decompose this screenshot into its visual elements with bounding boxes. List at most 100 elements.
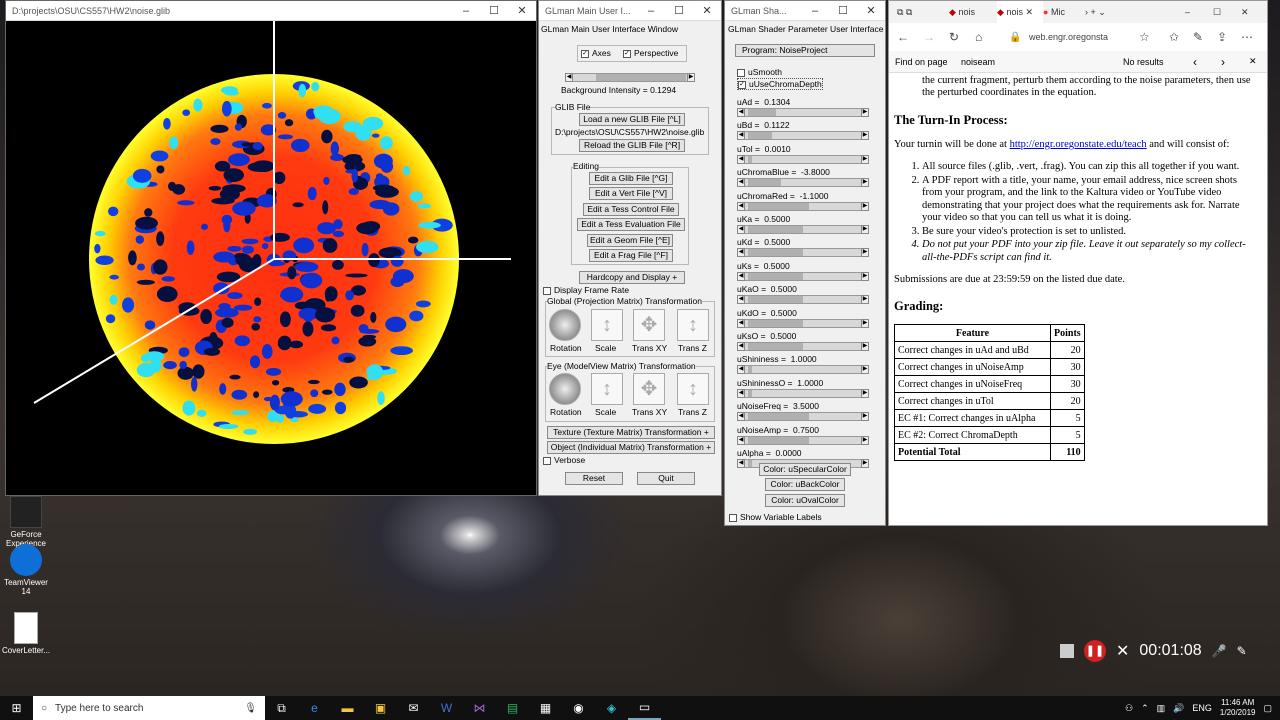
param-slider[interactable]: ◀ ▶ [737,365,869,375]
maximize-button[interactable]: ☐ [829,4,857,17]
load-glib-button[interactable]: Load a new GLIB File [^L] [579,113,685,126]
mic-icon[interactable]: 🎤 [1212,644,1227,658]
param-slider[interactable]: ◀ ▶ [737,295,869,305]
forward-icon[interactable]: → [923,30,949,44]
glman-main-ui-window[interactable]: GLman Main User I... – ☐ ✕ GLman Main Us… [538,0,722,496]
people-icon[interactable]: ⚇ [1125,703,1133,714]
edge-browser-window[interactable]: ⧉ ⧉ ◆ nois ◆ nois ✕ ● Mic › + ⌄ – ☐ ✕ ← … [888,0,1268,526]
object-transform-button[interactable]: Object (Individual Matrix) Transformatio… [547,441,715,454]
axes-checkbox[interactable]: ✓ Axes [581,48,611,58]
param-slider[interactable]: ◀ ▶ [737,271,869,281]
trans-z-icon[interactable]: ↕ [677,373,709,405]
chrome-icon[interactable]: ◉ [562,696,595,720]
param-slider[interactable]: ◀ ▶ [737,225,869,234]
texture-transform-button[interactable]: Texture (Texture Matrix) Transformation … [547,426,715,439]
favorite-icon[interactable]: ☆ [1139,30,1169,44]
program-rollout[interactable]: Program: NoiseProject [735,44,875,57]
glman-icon[interactable]: ▭ [628,696,661,720]
file-explorer-icon[interactable]: ▬ [331,696,364,720]
param-slider[interactable]: ◀ ▶ [737,342,869,351]
cancel-icon[interactable]: ✕ [1116,641,1129,661]
param-slider[interactable]: ◀ ▶ [737,388,869,398]
notepadpp-icon[interactable]: ▤ [496,696,529,720]
param-slider[interactable]: ◀ ▶ [737,178,869,188]
hardcopy-button[interactable]: Hardcopy and Display + [579,271,685,284]
tab-2[interactable]: ◆ nois ✕ [997,1,1043,23]
param-slider[interactable]: ◀ ▶ [737,318,869,328]
reload-glib-button[interactable]: Reload the GLIB File [^R] [579,139,685,152]
minimize-button[interactable]: – [452,5,480,17]
edit-frag-button[interactable]: Edit a Frag File [^F] [589,249,673,262]
reset-button[interactable]: Reset [565,472,623,485]
word-icon[interactable]: W [430,696,463,720]
edit-vert-button[interactable]: Edit a Vert File [^V] [589,187,673,200]
gl-render-window[interactable]: D:\projects\OSU\CS557\HW2\noise.glib – ☐… [5,0,537,496]
gl-window-titlebar[interactable]: D:\projects\OSU\CS557\HW2\noise.glib – ☐… [6,1,536,21]
close-button[interactable]: ✕ [693,4,721,17]
visual-studio-icon[interactable]: ⋈ [463,696,496,720]
param-slider[interactable]: ◀ ▶ [737,108,869,117]
param-slider[interactable]: ◀ ▶ [737,131,869,141]
quit-button[interactable]: Quit [637,472,695,485]
find-next-icon[interactable]: › [1221,55,1249,69]
usmooth-checkbox[interactable]: uSmooth [737,67,782,77]
scale-icon[interactable]: ↕ [591,309,623,341]
param-slider[interactable]: ◀ ▶ [737,412,869,422]
edit-tess-control-button[interactable]: Edit a Tess Control File [583,203,679,216]
trans-xy-icon[interactable]: ✥ [633,309,665,341]
perspective-checkbox[interactable]: ✓ Perspective [623,48,678,58]
turnin-link[interactable]: http://engr.oregonstate.edu/teach [1010,139,1147,150]
calculator-icon[interactable]: ▦ [529,696,562,720]
edit-glib-button[interactable]: Edit a Glib File [^G] [589,172,673,185]
param-slider[interactable]: ◀ ▶ [737,435,869,445]
language-indicator[interactable]: ENG [1192,703,1212,713]
tray-overflow-icon[interactable]: ⌃ [1141,703,1149,714]
pen-icon[interactable]: ✎ [1237,644,1247,658]
rotation-icon[interactable] [549,309,581,341]
maximize-button[interactable]: ☐ [665,4,693,17]
display-frame-rate-checkbox[interactable]: Display Frame Rate [543,285,629,295]
param-slider[interactable]: ◀ ▶ [737,201,869,211]
close-button[interactable]: ✕ [857,4,885,17]
scale-icon[interactable]: ↕ [591,373,623,405]
more-icon[interactable]: ⋯ [1241,30,1253,44]
network-icon[interactable]: ▥ [1157,703,1166,714]
pause-icon[interactable]: ❚❚ [1084,640,1106,662]
share-icon[interactable]: ⇪ [1217,30,1241,44]
find-prev-icon[interactable]: ‹ [1193,55,1221,69]
color-back-button[interactable]: Color: uBackColor [765,478,845,491]
stop-icon[interactable] [1060,644,1074,658]
glman-shader-ui-window[interactable]: GLman Sha... – ☐ ✕ GLman Shader Paramete… [724,0,886,526]
close-button[interactable]: ✕ [1241,7,1267,18]
find-close-icon[interactable]: ✕ [1249,56,1257,67]
bg-intensity-slider[interactable]: ◀ ▶ [565,73,695,82]
mail-icon[interactable]: ✉ [397,696,430,720]
taskbar-search[interactable]: ○ Type here to search 🎙 [33,696,265,720]
tab-3[interactable]: ● Mic [1043,7,1085,17]
edit-geom-button[interactable]: Edit a Geom File [^E] [587,234,673,247]
trans-z-icon[interactable]: ↕ [677,309,709,341]
close-button[interactable]: ✕ [508,4,536,17]
address-bar[interactable]: web.engr.oregonsta [1029,32,1139,42]
refresh-icon[interactable]: ↻ [949,30,975,44]
main-ui-titlebar[interactable]: GLman Main User I... – ☐ ✕ [539,1,721,21]
noise-sphere-render[interactable] [6,21,536,495]
minimize-button[interactable]: – [1185,7,1213,17]
edit-tess-eval-button[interactable]: Edit a Tess Evaluation File [577,218,685,231]
volume-icon[interactable]: 🔊 [1173,703,1184,714]
home-icon[interactable]: ⌂ [975,30,1009,44]
minimize-button[interactable]: – [801,5,829,17]
back-icon[interactable]: ← [897,30,923,44]
teamviewer-icon[interactable]: ◈ [595,696,628,720]
show-variable-labels-checkbox[interactable]: Show Variable Labels [729,512,822,522]
minimize-button[interactable]: – [637,5,665,17]
find-input[interactable]: noiseam [961,57,1123,67]
new-tab-button[interactable]: › + ⌄ [1085,7,1185,18]
param-slider[interactable]: ◀ ▶ [737,248,869,258]
maximize-button[interactable]: ☐ [1213,7,1241,18]
desktop-icon-coverletter[interactable]: CoverLetter... [2,612,50,655]
notes-icon[interactable]: ✎ [1193,30,1217,44]
desktop-icon-teamviewer[interactable]: TeamViewer 14 [2,544,50,596]
uusechromadepth-checkbox[interactable]: ✓ uUseChromaDepth [737,78,823,90]
color-specular-button[interactable]: Color: uSpecularColor [759,463,851,476]
